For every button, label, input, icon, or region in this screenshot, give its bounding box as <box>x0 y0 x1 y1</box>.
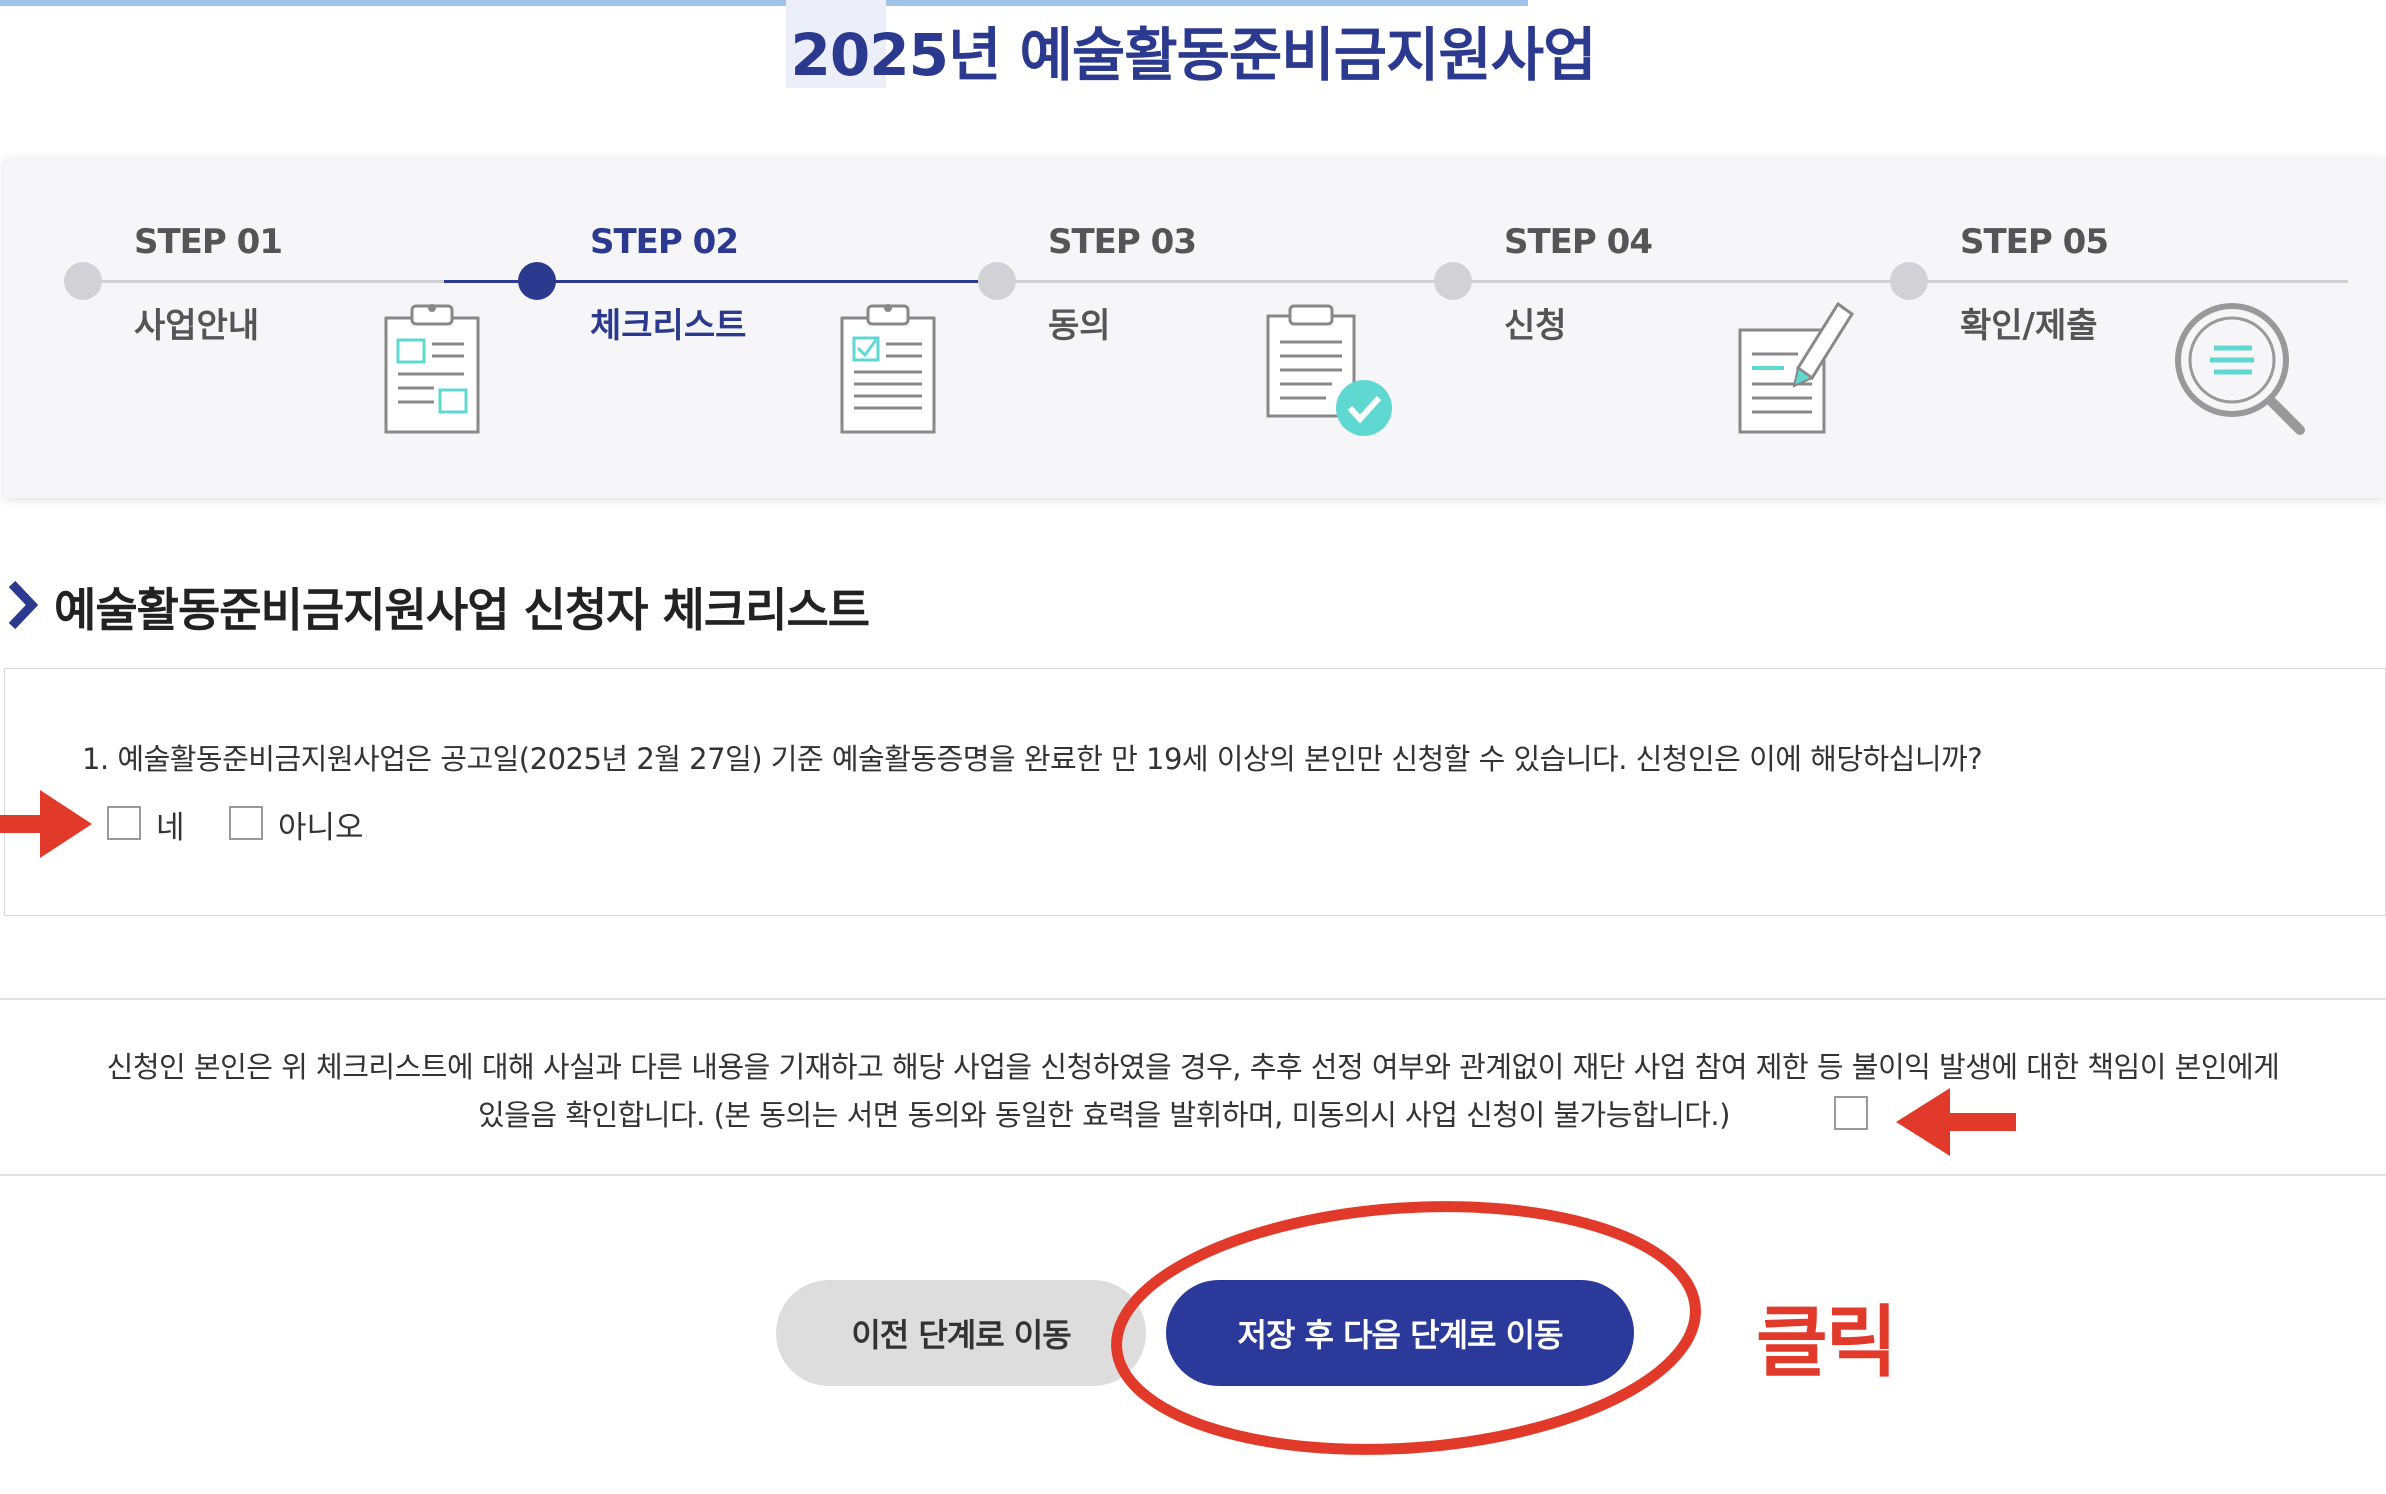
question-box <box>4 668 2386 916</box>
magnifier-icon <box>2175 303 2305 435</box>
page-title: 2025년 예술활동준비금지원사업 <box>790 21 1597 89</box>
step-2-label: 체크리스트 <box>590 306 747 346</box>
step-dot-1 <box>64 262 102 300</box>
divider-bottom <box>0 1174 2386 1176</box>
document-pen-icon <box>1738 301 1855 434</box>
agreement-checkbox[interactable] <box>1834 1096 1868 1130</box>
agreement-text-line1: 신청인 본인은 위 체크리스트에 대해 사실과 다른 내용을 기재하고 해당 사… <box>106 1050 2280 1084</box>
question-text: 1. 예술활동준비금지원사업은 공고일(2025년 2월 27일) 기준 예술활… <box>82 742 1983 776</box>
step-3-label: 동의 <box>1048 306 1111 346</box>
divider-top <box>0 998 2386 1000</box>
no-label: 아니오 <box>278 810 364 846</box>
chevron-right-icon <box>8 580 39 630</box>
section-title: 예술활동준비금지원사업 신청자 체크리스트 <box>54 583 870 637</box>
step-track-1 <box>64 280 444 283</box>
annotation-arrow-left-icon <box>1896 1088 2016 1156</box>
step-4-number: STEP 04 <box>1504 222 1653 262</box>
no-checkbox[interactable] <box>229 806 263 840</box>
step-dot-2-active <box>518 262 556 300</box>
clipboard-checklist-icon <box>840 304 936 434</box>
clipboard-check-icon <box>1266 304 1392 436</box>
step-track-rest <box>978 280 2348 283</box>
top-progress-bar <box>0 0 1528 6</box>
yes-label: 네 <box>156 810 185 846</box>
step-progress-panel: STEP 01 사업안내 STEP 02 체크리스트 STEP 03 동의 ST… <box>4 158 2386 498</box>
step-1-label: 사업안내 <box>134 306 260 346</box>
step-dot-5 <box>1890 262 1928 300</box>
clipboard-form-icon <box>384 304 480 434</box>
prev-step-button[interactable]: 이전 단계로 이동 <box>776 1280 1146 1386</box>
step-5-label: 확인/제출 <box>1960 306 2098 346</box>
annotation-circle <box>1111 1201 1701 1455</box>
step-5-number: STEP 05 <box>1960 222 2109 262</box>
step-2-number: STEP 02 <box>590 222 739 262</box>
annotation-arrow-right-icon <box>0 790 92 858</box>
agreement-text-line2: 있을음 확인합니다. (본 동의는 서면 동의와 동일한 효력을 발휘하며, 미… <box>478 1098 1730 1132</box>
step-4-label: 신청 <box>1504 306 1567 346</box>
step-1-number: STEP 01 <box>134 222 283 262</box>
annotation-click-label: 클릭 <box>1756 1298 1898 1388</box>
yes-checkbox[interactable] <box>107 806 141 840</box>
step-dot-4 <box>1434 262 1472 300</box>
step-3-number: STEP 03 <box>1048 222 1197 262</box>
step-dot-3 <box>978 262 1016 300</box>
